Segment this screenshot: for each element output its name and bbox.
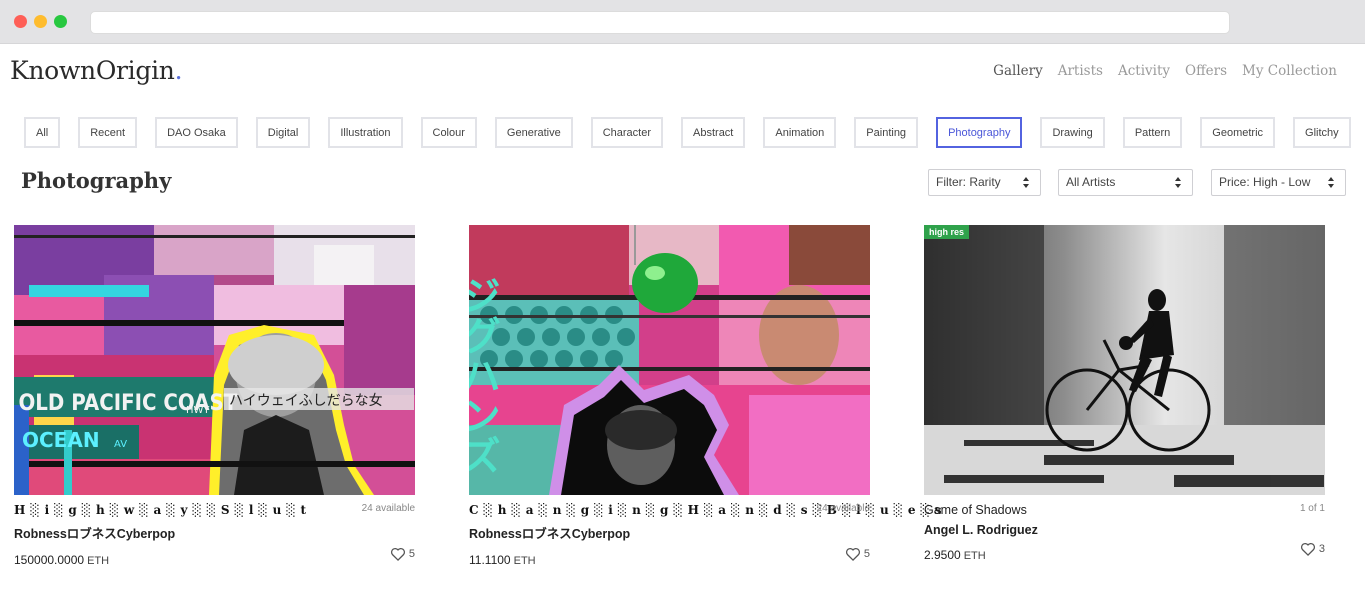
select-arrows-icon	[1023, 177, 1031, 188]
likes-button[interactable]: 5	[845, 547, 870, 561]
category-abstract[interactable]: Abstract	[681, 117, 746, 148]
availability-label: 1 of 1	[1299, 503, 1325, 514]
logo-dot: .	[174, 56, 183, 85]
category-colour[interactable]: Colour	[420, 117, 477, 148]
close-window-button[interactable]	[14, 15, 27, 28]
rarity-filter-value: Filter: Rarity	[936, 175, 1001, 189]
artwork-title[interactable]: Game of Shadows	[924, 503, 1027, 517]
likes-button[interactable]: 5	[390, 547, 415, 561]
price-amount: 150000.0000	[14, 553, 85, 567]
price-amount: 11.1100	[469, 553, 511, 567]
artwork-card[interactable]: ジグハンズ C░h░a░n░g░i░n░g░H░a░n░d░s░B░l░u░e░…	[469, 225, 942, 569]
artists-filter-value: All Artists	[1066, 175, 1116, 189]
nav-activity[interactable]: Activity	[1118, 63, 1170, 79]
select-arrows-icon	[1175, 177, 1183, 188]
artwork-photo-image	[924, 225, 1325, 495]
category-animation[interactable]: Animation	[763, 117, 837, 148]
likes-count: 5	[408, 548, 415, 560]
maximize-window-button[interactable]	[54, 15, 67, 28]
category-all[interactable]: All	[24, 117, 61, 148]
artwork-sign-text: OCEAN	[22, 428, 100, 452]
artwork-image-game-of-shadows[interactable]: high res	[924, 225, 1325, 495]
artists-filter-select[interactable]: All Artists	[1058, 169, 1193, 196]
artist-name[interactable]: Angel L. Rodriguez	[924, 523, 1325, 537]
likes-count: 3	[1318, 543, 1325, 555]
price-sort-select[interactable]: Price: High - Low	[1211, 169, 1346, 196]
artwork-collage-image: ジグハンズ	[469, 225, 870, 495]
category-drawing[interactable]: Drawing	[1040, 117, 1105, 148]
heart-icon	[845, 547, 860, 561]
price-currency: ETH	[963, 550, 986, 562]
price-sort-value: Price: High - Low	[1219, 175, 1311, 189]
price-value: 150000.0000 ETH	[14, 553, 109, 567]
heart-icon	[1300, 542, 1315, 556]
price-currency: ETH	[87, 555, 110, 567]
likes-count: 5	[863, 548, 870, 560]
category-generative[interactable]: Generative	[494, 117, 573, 148]
nav-offers[interactable]: Offers	[1185, 63, 1227, 79]
high-res-badge: high res	[924, 225, 970, 239]
artist-name[interactable]: RobnessロブネスCyberpop	[469, 523, 870, 542]
category-photography[interactable]: Photography	[936, 117, 1023, 148]
artwork-card[interactable]: OLD PACIFIC COAST HWY OCEAN AV ハイウェイふしだら…	[14, 225, 415, 569]
artwork-image-highway[interactable]: OLD PACIFIC COAST HWY OCEAN AV ハイウェイふしだら…	[14, 225, 415, 495]
artwork-collage-image: OLD PACIFIC COAST HWY OCEAN AV ハイウェイふしだら…	[14, 225, 415, 495]
rarity-filter-select[interactable]: Filter: Rarity	[928, 169, 1041, 196]
page-title: Photography	[21, 168, 172, 193]
likes-button[interactable]: 3	[1300, 542, 1325, 556]
category-geometric[interactable]: Geometric	[1200, 117, 1276, 148]
browser-chrome	[0, 0, 1365, 44]
category-pattern[interactable]: Pattern	[1122, 117, 1183, 148]
artwork-japanese-text: ハイウェイふしだらな女	[229, 392, 383, 409]
artwork-title[interactable]: H░i░g░h░w░a░y░░S░l░u░t	[14, 503, 311, 517]
category-recent[interactable]: Recent	[78, 117, 138, 148]
availability-label: 24 available	[361, 503, 415, 514]
site-logo[interactable]: KnownOrigin.	[10, 56, 183, 85]
nav-my-collection[interactable]: My Collection	[1242, 63, 1337, 79]
artist-name[interactable]: RobnessロブネスCyberpop	[14, 523, 415, 542]
price-currency: ETH	[513, 555, 536, 567]
heart-icon	[390, 547, 405, 561]
category-character[interactable]: Character	[590, 117, 664, 148]
category-illustration[interactable]: Illustration	[328, 117, 403, 148]
category-dao-osaka[interactable]: DAO Osaka	[155, 117, 238, 148]
logo-text: KnownOrigin	[10, 56, 175, 85]
category-painting[interactable]: Painting	[854, 117, 919, 148]
artwork-sign-text: AV	[114, 439, 127, 450]
price-amount: 2.9500	[924, 548, 961, 562]
category-glitchy[interactable]: Glitchy	[1293, 117, 1351, 148]
minimize-window-button[interactable]	[34, 15, 47, 28]
price-value: 2.9500 ETH	[924, 548, 986, 562]
main-nav: Gallery Artists Activity Offers My Colle…	[993, 63, 1337, 79]
select-arrows-icon	[1328, 177, 1336, 188]
nav-artists[interactable]: Artists	[1058, 63, 1103, 79]
category-digital[interactable]: Digital	[255, 117, 311, 148]
price-value: 11.1100 ETH	[469, 553, 536, 567]
artwork-sign-text: HWY	[186, 405, 210, 416]
availability-label: 24 available	[816, 503, 870, 514]
artwork-japanese-text: ジグハンズ	[469, 275, 500, 475]
address-bar[interactable]	[90, 11, 1230, 34]
category-bar: All Recent DAO Osaka Digital Illustration Col…	[24, 117, 1365, 149]
nav-gallery[interactable]: Gallery	[993, 63, 1043, 79]
artwork-title[interactable]: C░h░a░n░g░i░n░g░H░a░n░d░s░B░l░u░e░s	[469, 503, 947, 517]
artwork-card[interactable]: high res Game of Shadows 1 of 1 Angel L.…	[924, 225, 1325, 564]
artwork-image-changing-hands[interactable]: ジグハンズ	[469, 225, 870, 495]
